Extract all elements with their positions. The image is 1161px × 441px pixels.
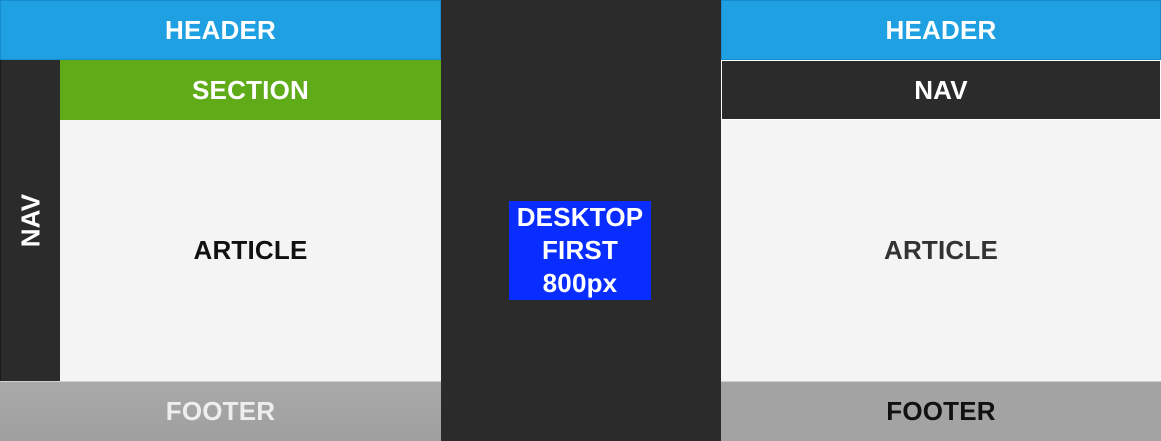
- badge-line-2: FIRST: [541, 235, 619, 265]
- mobile-nav-block: NAV: [721, 60, 1161, 120]
- desktop-section-block: SECTION: [60, 60, 441, 120]
- desktop-section-label: SECTION: [192, 74, 309, 105]
- badge-line-1: DESKTOP: [516, 202, 644, 232]
- mobile-article-block: ARTICLE: [721, 120, 1161, 381]
- desktop-footer-label: FOOTER: [165, 396, 276, 426]
- mobile-nav-label: NAV: [914, 74, 968, 105]
- mobile-footer-block: FOOTER: [721, 381, 1161, 441]
- desktop-nav-label: NAV: [14, 193, 45, 248]
- desktop-first-badge: DESKTOP FIRST 800px: [509, 201, 651, 300]
- mobile-footer-label: FOOTER: [886, 396, 996, 426]
- mobile-header-block: HEADER: [721, 0, 1161, 60]
- desktop-article-label: ARTICLE: [193, 235, 308, 265]
- desktop-article-block: ARTICLE: [60, 120, 441, 381]
- desktop-header-block: HEADER: [0, 0, 441, 60]
- desktop-footer-block: FOOTER: [0, 381, 441, 441]
- desktop-nav-block: NAV: [0, 60, 60, 381]
- badge-line-3: 800px: [542, 268, 618, 298]
- desktop-header-label: HEADER: [165, 14, 276, 45]
- mobile-header-label: HEADER: [885, 14, 997, 45]
- mobile-article-label: ARTICLE: [883, 235, 999, 265]
